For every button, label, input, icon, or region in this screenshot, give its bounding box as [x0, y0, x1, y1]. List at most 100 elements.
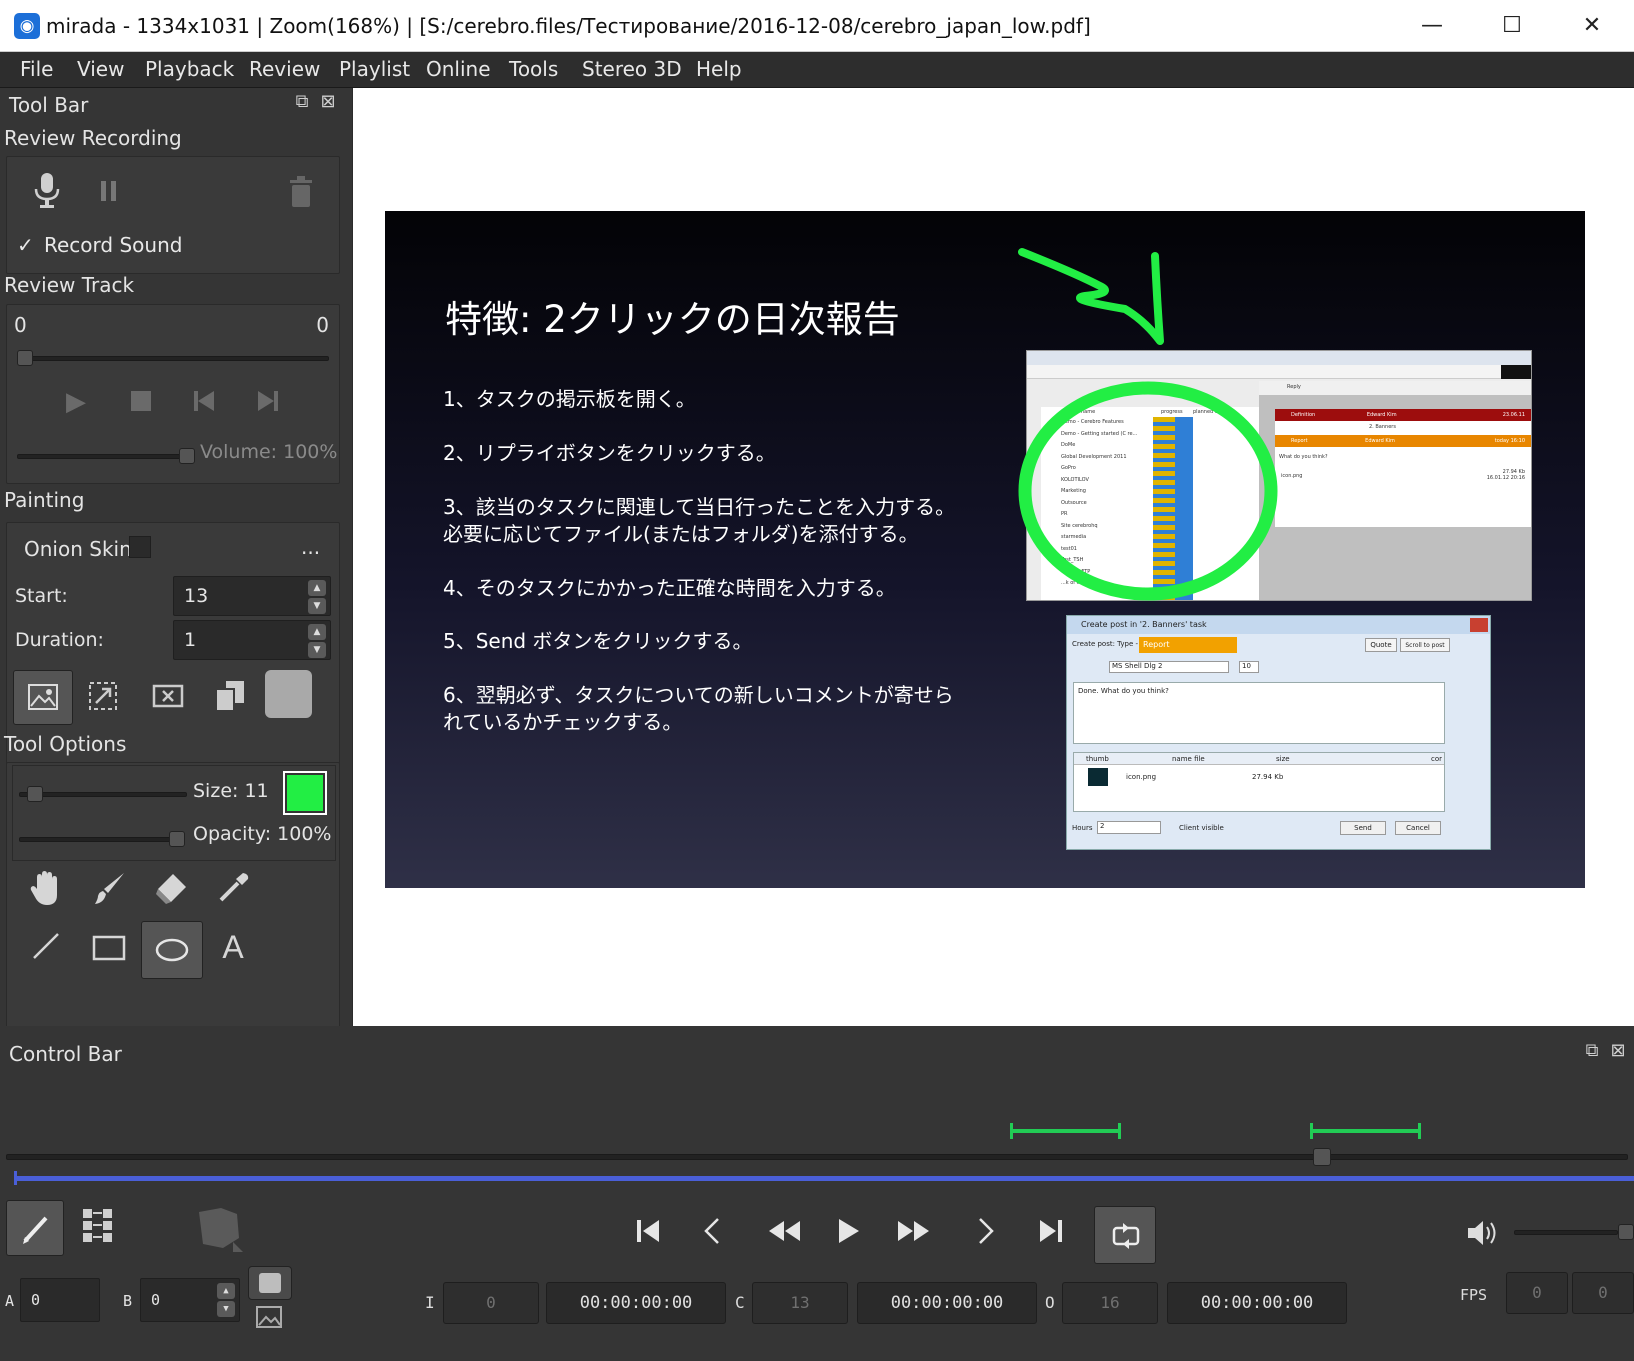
current-frame-field[interactable]: 13 [752, 1282, 848, 1324]
trash-icon[interactable] [287, 175, 315, 209]
text-tool-icon[interactable]: A [217, 929, 249, 965]
out-timecode-field[interactable]: 00:00:00:00 [1167, 1282, 1347, 1324]
timeline-range-bar [14, 1176, 1634, 1181]
skip-start-icon [637, 1220, 659, 1242]
stop-icon[interactable] [128, 389, 154, 415]
play-button[interactable] [825, 1208, 871, 1254]
size-slider[interactable] [19, 792, 187, 797]
skip-back-icon[interactable] [191, 389, 217, 415]
paint-color-swatch[interactable] [265, 670, 312, 718]
a-input[interactable]: 0 [20, 1278, 100, 1322]
hand-tool-icon[interactable] [27, 869, 65, 909]
b-up-icon[interactable]: ▲ [217, 1283, 235, 1299]
duration-up-icon[interactable]: ▲ [308, 624, 326, 640]
go-to-start-button[interactable] [625, 1208, 671, 1254]
timeline-slider[interactable] [6, 1154, 1628, 1160]
duration-down-icon[interactable]: ▼ [308, 642, 326, 658]
skip-forward-icon[interactable] [255, 389, 281, 415]
record-sound-label: Record Sound [44, 233, 183, 257]
next-frame-button[interactable] [962, 1208, 1008, 1254]
track-slider-knob[interactable] [17, 350, 33, 366]
play-icon[interactable]: ▶ [62, 387, 90, 417]
annotate-button[interactable] [6, 1200, 64, 1256]
menu-stereo-3d[interactable]: Stereo 3D [582, 57, 682, 81]
snapshot-button[interactable] [248, 1266, 292, 1300]
a-label: A [5, 1292, 15, 1310]
fast-forward-icon [898, 1221, 929, 1241]
control-close-icon[interactable]: ⊠ [1608, 1040, 1628, 1062]
close-button[interactable]: ✕ [1562, 8, 1622, 44]
start-down-icon[interactable]: ▼ [308, 598, 326, 614]
clear-frame-icon[interactable] [152, 681, 184, 713]
tool-options-title: Tool Options [4, 732, 127, 756]
minimize-button[interactable]: — [1402, 8, 1462, 44]
copy-icon[interactable] [214, 679, 246, 713]
speaker-icon[interactable] [1466, 1218, 1500, 1250]
timeline-marker-range-1 [1010, 1129, 1120, 1133]
start-up-icon[interactable]: ▲ [308, 580, 326, 596]
fps-field-1[interactable]: 0 [1506, 1272, 1568, 1314]
fps-field-2[interactable]: 0 [1572, 1272, 1634, 1314]
volume-slider-knob[interactable] [179, 448, 195, 464]
out-frame-field[interactable]: 16 [1062, 1282, 1158, 1324]
fit-icon[interactable] [87, 681, 119, 713]
go-to-end-button[interactable] [1028, 1208, 1074, 1254]
control-float-icon[interactable]: ⧉ [1582, 1040, 1602, 1062]
master-volume-slider[interactable] [1514, 1230, 1618, 1235]
fast-forward-button[interactable] [890, 1208, 936, 1254]
onion-skin-icon[interactable] [192, 1204, 248, 1254]
loop-icon [1112, 1223, 1140, 1249]
marker-grid-icon[interactable] [80, 1206, 116, 1246]
brush-color-button[interactable] [283, 771, 327, 815]
volume-slider[interactable] [17, 454, 185, 459]
b-down-icon[interactable]: ▼ [217, 1301, 235, 1317]
track-slider[interactable] [17, 356, 329, 361]
play-icon-main [839, 1219, 859, 1243]
rewind-button[interactable] [762, 1208, 808, 1254]
size-slider-knob[interactable] [27, 786, 43, 802]
loop-button[interactable] [1094, 1206, 1156, 1264]
brush-tool-icon[interactable] [90, 871, 128, 909]
close-panel-icon[interactable]: ⊠ [318, 91, 338, 113]
current-label: C [735, 1293, 745, 1312]
thumbnail-icon[interactable] [255, 1306, 283, 1330]
onion-skin-more-button[interactable]: ... [301, 535, 320, 559]
current-timecode-field[interactable]: 00:00:00:00 [857, 1282, 1037, 1324]
onion-skin-checkbox[interactable] [129, 536, 151, 558]
menu-file[interactable]: File [20, 57, 53, 81]
record-sound-checkbox[interactable]: ✓ [17, 233, 34, 257]
menu-review[interactable]: Review [249, 57, 320, 81]
rectangle-tool-icon[interactable] [91, 935, 127, 963]
review-track-box: 0 0 ▶ Volume: 100% [6, 304, 340, 484]
menu-online[interactable]: Online [426, 57, 491, 81]
eyedropper-tool-icon[interactable] [214, 871, 252, 909]
menu-playback[interactable]: Playback [145, 57, 234, 81]
opacity-slider[interactable] [19, 837, 179, 842]
previous-frame-button[interactable] [690, 1208, 736, 1254]
menu-view[interactable]: View [77, 57, 124, 81]
b-input[interactable]: 0 ▲ ▼ [140, 1278, 240, 1322]
menu-help[interactable]: Help [696, 57, 742, 81]
pause-icon[interactable] [97, 179, 121, 207]
viewer-canvas[interactable]: 特徴: 2クリックの日次報告 1、タスクの掲示板を開く。 2、リプライボタンをク… [353, 88, 1634, 1026]
eraser-tool-icon[interactable] [152, 871, 190, 909]
track-end: 0 [316, 313, 329, 337]
start-input[interactable]: 13 ▲ ▼ [173, 576, 331, 616]
duration-input[interactable]: 1 ▲ ▼ [173, 620, 331, 660]
menu-playlist[interactable]: Playlist [339, 57, 410, 81]
in-timecode-field[interactable]: 00:00:00:00 [546, 1282, 726, 1324]
menu-tools[interactable]: Tools [509, 57, 558, 81]
float-icon[interactable]: ⧉ [292, 91, 312, 113]
review-recording-box: ✓ Record Sound [6, 156, 340, 274]
line-tool-icon[interactable] [29, 931, 63, 965]
ellipse-tool-button[interactable] [141, 921, 203, 979]
image-mode-button[interactable] [13, 670, 73, 725]
master-volume-knob[interactable] [1618, 1224, 1634, 1240]
painting-title: Painting [4, 488, 85, 512]
timeline-knob[interactable] [1313, 1148, 1332, 1166]
opacity-slider-knob[interactable] [169, 831, 185, 847]
maximize-button[interactable]: ☐ [1482, 8, 1542, 44]
microphone-icon[interactable] [31, 171, 63, 211]
annotation-layer [1018, 248, 1278, 601]
in-frame-field[interactable]: 0 [443, 1282, 539, 1324]
